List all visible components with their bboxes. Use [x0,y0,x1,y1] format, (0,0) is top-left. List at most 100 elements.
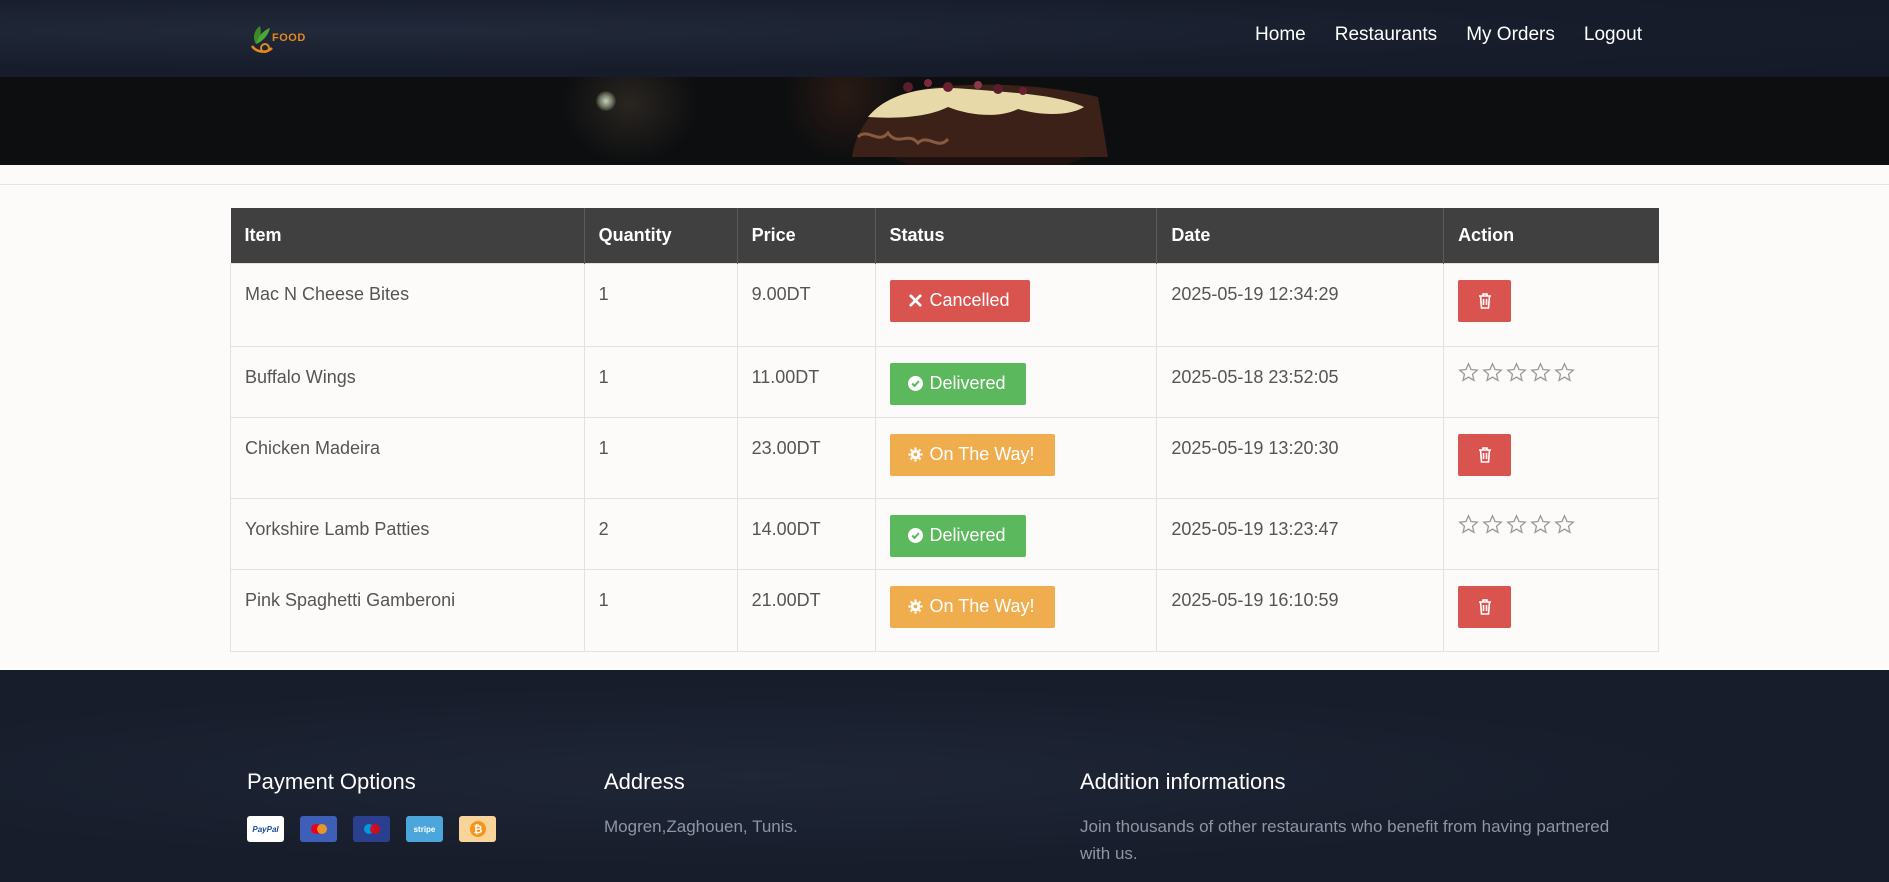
item-price: 21.00DT [736,568,876,652]
item-quantity: 1 [583,345,738,418]
item-name: Buffalo Wings [230,345,585,418]
col-date: Date [1156,208,1445,263]
status-cell: Delivered [874,345,1158,418]
hero-bokeh [560,77,700,165]
status-badge-delivered[interactable]: Delivered [889,514,1026,557]
delete-button[interactable] [1458,279,1512,322]
item-quantity: 2 [583,497,738,570]
item-quantity: 1 [583,416,738,499]
logo-text: FOOD [272,32,306,44]
col-action: Action [1443,208,1659,263]
footer-info: Addition informations Join thousands of … [1080,769,1640,867]
status-label: Delivered [929,373,1006,393]
footer: Payment Options PayPal stripe ₿ Address … [0,670,1889,882]
order-date: 2025-05-19 16:10:59 [1156,568,1445,652]
status-badge-cancelled[interactable]: Cancelled [889,279,1030,322]
star-outline-icon[interactable] [1482,513,1503,535]
trash-icon [1478,446,1491,463]
delete-button[interactable] [1458,585,1512,628]
nav-logout[interactable]: Logout [1584,24,1642,46]
action-cell [1443,262,1659,347]
star-outline-icon[interactable] [1530,513,1551,535]
svg-text:₿: ₿ [473,823,482,836]
item-quantity: 1 [583,568,738,652]
star-outline-icon[interactable] [1530,361,1551,383]
rating-stars [1458,361,1644,383]
col-price: Price [737,208,876,263]
order-date: 2025-05-19 13:20:30 [1156,416,1445,499]
star-outline-icon[interactable] [1554,513,1575,535]
star-outline-icon[interactable] [1458,513,1479,535]
orders-table: Item Quantity Price Status Date Action M… [230,208,1659,652]
col-item: Item [230,208,585,263]
status-badge-delivered[interactable]: Delivered [889,362,1026,405]
site-logo[interactable]: FOOD [246,18,312,58]
table-row: Chicken Madeira 1 23.00DT On The Way! 20… [230,416,1659,499]
info-text: Join thousands of other restaurants who … [1080,817,1610,863]
hero-light [596,91,616,111]
trash-icon [1478,292,1491,309]
item-price: 23.00DT [736,416,876,499]
close-icon [908,294,922,307]
table-row: Buffalo Wings 1 11.00DT Delivered 2025-0… [230,345,1659,418]
rating-stars [1458,513,1644,535]
status-label: On The Way! [929,444,1035,464]
item-name: Chicken Madeira [230,416,585,499]
status-cell: On The Way! [874,568,1158,652]
table-row: Pink Spaghetti Gamberoni 1 21.00DT On Th… [230,568,1659,652]
status-label: Cancelled [929,290,1010,310]
stripe-icon: stripe [406,816,443,842]
footer-payment: Payment Options PayPal stripe ₿ [247,769,496,842]
action-cell [1443,497,1659,570]
order-date: 2025-05-19 13:23:47 [1156,497,1445,570]
item-price: 9.00DT [736,262,876,347]
nav-my-orders[interactable]: My Orders [1466,24,1555,46]
check-circle-icon [907,376,923,391]
status-badge-on-the-way[interactable]: On The Way! [889,433,1055,476]
item-name: Yorkshire Lamb Patties [230,497,585,570]
main-nav: Home Restaurants My Orders Logout [1255,24,1642,46]
footer-address: Address Mogren,Zaghouen, Tunis. [604,769,798,840]
payment-title: Payment Options [247,769,416,794]
gear-icon [907,599,923,614]
delete-button[interactable] [1458,433,1512,476]
status-label: Delivered [929,525,1006,545]
status-badge-on-the-way[interactable]: On The Way! [889,585,1055,628]
maestro-icon [353,816,390,842]
table-header-row: Item Quantity Price Status Date Action [230,208,1659,263]
nav-restaurants[interactable]: Restaurants [1335,24,1437,46]
check-circle-icon [907,528,923,543]
cake-image [852,79,1108,165]
item-name: Pink Spaghetti Gamberoni [230,568,585,652]
action-cell [1443,568,1659,652]
status-cell: Cancelled [874,262,1158,347]
paypal-icon: PayPal [247,816,284,842]
star-outline-icon[interactable] [1554,361,1575,383]
order-date: 2025-05-19 12:34:29 [1156,262,1445,347]
table-row: Mac N Cheese Bites 1 9.00DT Cancelled 20… [230,262,1659,347]
star-outline-icon[interactable] [1482,361,1503,383]
order-date: 2025-05-18 23:52:05 [1156,345,1445,418]
status-label: On The Way! [929,596,1035,616]
nav-home[interactable]: Home [1255,24,1306,46]
divider [0,184,1889,185]
bitcoin-icon: ₿ [459,816,496,842]
item-price: 14.00DT [736,497,876,570]
info-title: Addition informations [1080,769,1286,794]
status-cell: On The Way! [874,416,1158,499]
hero-banner [0,77,1889,165]
trash-icon [1478,598,1491,615]
gear-icon [907,447,923,462]
star-outline-icon[interactable] [1506,513,1527,535]
status-cell: Delivered [874,497,1158,570]
item-name: Mac N Cheese Bites [230,262,585,347]
item-price: 11.00DT [736,345,876,418]
col-quantity: Quantity [584,208,738,263]
star-outline-icon[interactable] [1506,361,1527,383]
table-row: Yorkshire Lamb Patties 2 14.00DT Deliver… [230,497,1659,570]
navbar: FOOD Home Restaurants My Orders Logout [0,0,1889,77]
action-cell [1443,345,1659,418]
address-text: Mogren,Zaghouen, Tunis. [604,817,798,836]
star-outline-icon[interactable] [1458,361,1479,383]
mastercard-icon [300,816,337,842]
